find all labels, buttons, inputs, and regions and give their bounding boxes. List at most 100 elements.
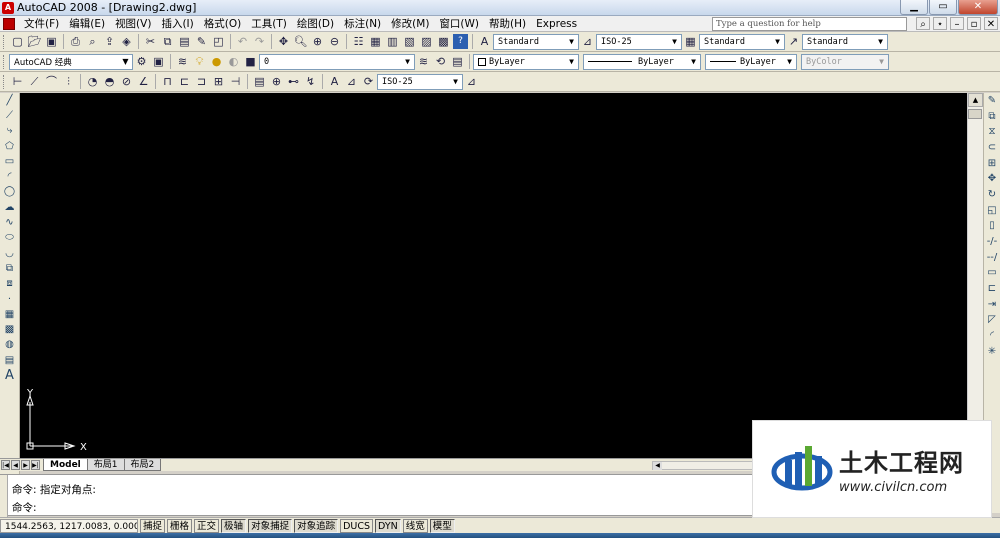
layer-previous-icon[interactable]: ⟲ bbox=[433, 54, 448, 69]
quickcalc-icon[interactable]: ▩ bbox=[436, 34, 451, 49]
menu-insert[interactable]: 插入(I) bbox=[156, 16, 198, 32]
menu-window[interactable]: 窗口(W) bbox=[434, 16, 484, 32]
break-icon[interactable]: ⊏ bbox=[985, 281, 1000, 297]
osnap-toggle[interactable]: 对象捕捉 bbox=[248, 518, 293, 533]
menu-tools[interactable]: 工具(T) bbox=[246, 16, 292, 32]
multileader-style-select[interactable]: Standard ▼ bbox=[802, 33, 888, 50]
workspace-save-icon[interactable]: ▣ bbox=[151, 54, 166, 69]
toolbar-grip[interactable] bbox=[3, 34, 6, 49]
block-editor-icon[interactable]: ◰ bbox=[211, 34, 226, 49]
polar-toggle[interactable]: 极轴 bbox=[221, 518, 247, 533]
ortho-toggle[interactable]: 正交 bbox=[194, 518, 220, 533]
scroll-up-icon[interactable]: ▲ bbox=[968, 93, 983, 107]
linear-dim-icon[interactable]: ⊢ bbox=[10, 74, 25, 89]
baseline-dim-icon[interactable]: ⊏ bbox=[177, 74, 192, 89]
radius-dim-icon[interactable]: ◔ bbox=[85, 74, 100, 89]
minimize-button[interactable]: ▁ bbox=[900, 0, 928, 15]
menu-help[interactable]: 帮助(H) bbox=[484, 16, 531, 32]
markup-icon[interactable]: ▨ bbox=[419, 34, 434, 49]
stretch-icon[interactable]: ▯ bbox=[985, 219, 1000, 235]
arc-length-icon[interactable]: ⌒ bbox=[44, 74, 59, 89]
cut-icon[interactable]: ✂ bbox=[143, 34, 158, 49]
revision-cloud-icon[interactable]: ☁︎ bbox=[2, 200, 17, 215]
trim-icon[interactable]: -/- bbox=[985, 234, 1000, 250]
menu-file[interactable]: 文件(F) bbox=[19, 16, 64, 32]
chevron-down-icon[interactable]: ▼ bbox=[771, 35, 784, 49]
erase-icon[interactable]: ✎ bbox=[985, 93, 1000, 109]
design-center-icon[interactable]: ▦ bbox=[368, 34, 383, 49]
dim-update-icon[interactable]: ⟳ bbox=[361, 74, 376, 89]
help-search-icon[interactable]: ⌕ bbox=[916, 17, 930, 30]
help-icon[interactable]: ? bbox=[453, 34, 468, 49]
chevron-down-icon[interactable]: ▼ bbox=[401, 55, 414, 69]
chevron-down-icon[interactable]: ▼ bbox=[119, 55, 132, 69]
scale-icon[interactable]: ◱ bbox=[985, 203, 1000, 219]
dim-break-icon[interactable]: ⊣ bbox=[228, 74, 243, 89]
ellipse-icon[interactable]: ⬭ bbox=[2, 231, 17, 246]
grid-toggle[interactable]: 栅格 bbox=[167, 518, 193, 533]
command-window-grip[interactable] bbox=[0, 475, 8, 517]
menu-edit[interactable]: 编辑(E) bbox=[64, 16, 110, 32]
snap-toggle[interactable]: 捕捉 bbox=[140, 518, 166, 533]
plot-icon[interactable]: ⎙ bbox=[68, 34, 83, 49]
coordinate-readout[interactable]: 1544.2563, 1217.0083, 0.0000 bbox=[0, 518, 138, 533]
zoom-realtime-icon[interactable]: 🔍︎ bbox=[293, 34, 308, 49]
array-icon[interactable]: ⊞ bbox=[985, 156, 1000, 172]
zoom-window-icon[interactable]: ⊕ bbox=[310, 34, 325, 49]
otrack-toggle[interactable]: 对象追踪 bbox=[294, 518, 339, 533]
tab-model[interactable]: Model bbox=[43, 459, 88, 471]
scroll-left-icon[interactable]: ◀ bbox=[653, 462, 662, 470]
tab-layout1[interactable]: 布局1 bbox=[86, 459, 125, 471]
chevron-down-icon[interactable]: ▼ bbox=[565, 55, 578, 69]
chevron-down-icon[interactable]: ▼ bbox=[668, 35, 681, 49]
inspection-icon[interactable]: ⊷ bbox=[286, 74, 301, 89]
dim-text-edit-icon[interactable]: ⊿ bbox=[344, 74, 359, 89]
extend-icon[interactable]: --/ bbox=[985, 250, 1000, 266]
tab-layout2[interactable]: 布局2 bbox=[123, 459, 162, 471]
construction-line-icon[interactable]: ⟋ bbox=[2, 108, 17, 123]
plot-preview-icon[interactable]: ⌕ bbox=[85, 34, 100, 49]
save-icon[interactable]: ▣ bbox=[44, 34, 59, 49]
text-style-select[interactable]: Standard ▼ bbox=[493, 33, 579, 50]
doc-close-button[interactable]: ✕ bbox=[984, 17, 998, 30]
copy-icon[interactable]: ⧉ bbox=[160, 34, 175, 49]
color-select[interactable]: ByLayer ▼ bbox=[473, 53, 579, 70]
command-input[interactable]: 命令: bbox=[12, 500, 37, 515]
drawing-canvas[interactable] bbox=[20, 93, 967, 458]
open-icon[interactable]: 📂︎ bbox=[27, 34, 42, 49]
arc-icon[interactable]: ◜ bbox=[2, 169, 17, 184]
chevron-down-icon[interactable]: ▼ bbox=[449, 75, 462, 89]
menu-draw[interactable]: 绘图(D) bbox=[292, 16, 339, 32]
help-search-input[interactable]: Type a question for help bbox=[712, 17, 907, 31]
model-toggle[interactable]: 模型 bbox=[429, 518, 455, 533]
join-icon[interactable]: ⇥ bbox=[985, 297, 1000, 313]
tolerance-icon[interactable]: ▤ bbox=[252, 74, 267, 89]
jogged-linear-icon[interactable]: ↯ bbox=[303, 74, 318, 89]
rectangle-icon[interactable]: ▭ bbox=[2, 154, 17, 169]
undo-icon[interactable]: ↶ bbox=[235, 34, 250, 49]
chevron-down-icon[interactable]: ▼ bbox=[783, 55, 796, 69]
insert-block-icon[interactable]: ⧉ bbox=[2, 261, 17, 276]
region-icon[interactable]: ◍ bbox=[2, 338, 17, 353]
make-object-layer-current-icon[interactable]: ≋ bbox=[416, 54, 431, 69]
menu-modify[interactable]: 修改(M) bbox=[386, 16, 434, 32]
workspace-select[interactable]: AutoCAD 经典 ▼ bbox=[9, 53, 133, 70]
multiline-text-icon[interactable]: A bbox=[2, 368, 17, 383]
continue-dim-icon[interactable]: ⊐ bbox=[194, 74, 209, 89]
line-icon[interactable]: ╱ bbox=[2, 93, 17, 108]
chevron-down-icon[interactable]: ▼ bbox=[874, 35, 887, 49]
ellipse-arc-icon[interactable]: ◡ bbox=[2, 246, 17, 261]
tab-last-icon[interactable]: ▶| bbox=[31, 460, 40, 470]
table-style-select[interactable]: Standard ▼ bbox=[699, 33, 785, 50]
dim-style-manager-icon[interactable]: ⊿ bbox=[464, 74, 479, 89]
table-style-icon[interactable]: ▦ bbox=[683, 34, 698, 49]
dim-style-select[interactable]: ISO-25 ▼ bbox=[596, 33, 682, 50]
tab-first-icon[interactable]: |◀ bbox=[1, 460, 10, 470]
break-at-point-icon[interactable]: ▭ bbox=[985, 266, 1000, 282]
publish-icon[interactable]: ⇪ bbox=[102, 34, 117, 49]
dim-style-icon[interactable]: ⊿ bbox=[580, 34, 595, 49]
gradient-icon[interactable]: ▩ bbox=[2, 322, 17, 337]
quick-dim-icon[interactable]: ⊓ bbox=[160, 74, 175, 89]
favorites-icon[interactable]: ⋆ bbox=[933, 17, 947, 30]
layer-on-icon[interactable]: 💡︎ bbox=[192, 54, 207, 69]
